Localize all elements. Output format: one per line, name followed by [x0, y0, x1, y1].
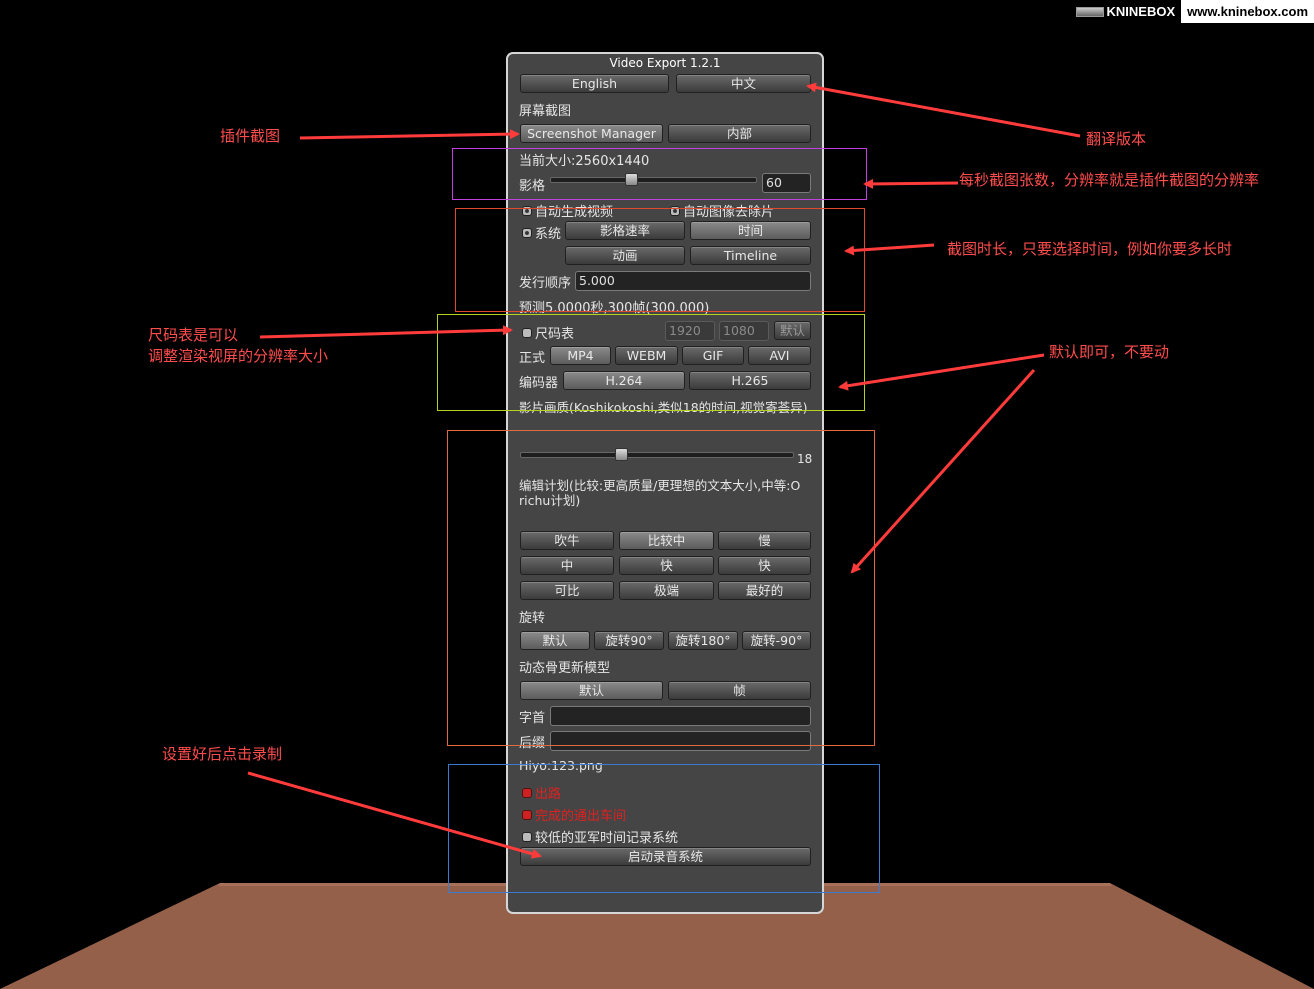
arrow-record [247, 771, 542, 859]
arrow-translation [806, 82, 1081, 138]
note-fps: 每秒截图张数，分辨率就是插件截图的分辨率 [959, 171, 1260, 189]
arrow-plugin-screenshot [299, 129, 520, 140]
arrow-default-format [838, 353, 1045, 391]
note-ruler-line-1: 尺码表是可以 [148, 326, 239, 344]
note-ruler-line-2: 调整渲染视屏的分辨率大小 [148, 347, 329, 365]
arrow-default-quality [850, 368, 1036, 574]
note-default: 默认即可，不要动 [1049, 343, 1170, 361]
note-record: 设置好后点击录制 [162, 745, 283, 763]
arrow-duration [844, 243, 935, 256]
arrow-ruler [259, 325, 513, 339]
arrow-fps [863, 178, 959, 189]
note-duration: 截图时长，只要选择时间，例如你要多长时 [947, 240, 1233, 258]
note-translation: 翻译版本 [1086, 130, 1147, 148]
note-plugin-screenshot: 插件截图 [220, 127, 281, 145]
